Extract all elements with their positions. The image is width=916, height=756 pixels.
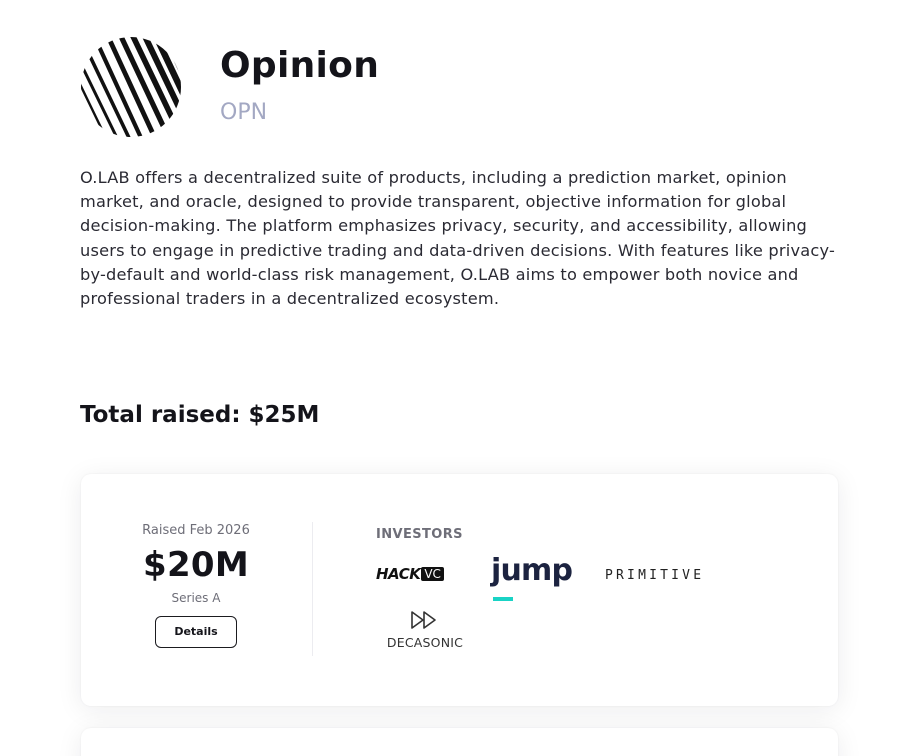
details-button[interactable]: Details — [155, 616, 237, 648]
funding-round-card: Raised Feb 2026 $20M Series A Details IN… — [81, 474, 838, 706]
investor-logo-jump[interactable]: jump — [491, 553, 593, 601]
total-raised-heading: Total raised: $25M — [80, 402, 320, 428]
jump-wordmark: jump — [491, 553, 573, 588]
hack-vc-wordmark: HACK — [376, 565, 421, 583]
investor-logo-decasonic[interactable]: DECASONIC — [381, 610, 469, 650]
fast-forward-icon — [411, 611, 436, 629]
round-divider — [312, 522, 313, 656]
project-description: O.LAB offers a decentralized suite of pr… — [80, 168, 835, 309]
project-ticker: OPN — [220, 100, 268, 125]
investors-label: INVESTORS — [376, 527, 463, 542]
opinion-logo-icon — [81, 37, 181, 137]
round-date: Raised Feb 2026 — [142, 523, 250, 538]
project-name: Opinion — [220, 45, 380, 86]
round-amount: $20M — [142, 545, 249, 585]
primitive-wordmark: PRIMITIVE — [605, 568, 705, 583]
jump-underscore-mark — [493, 597, 513, 601]
project-header: Opinion OPN — [80, 36, 840, 138]
investor-logo-hack-vc[interactable]: HACK VC — [376, 564, 476, 584]
title-block: Opinion OPN — [220, 44, 379, 128]
round-summary: Raised Feb 2026 $20M Series A Details — [81, 522, 311, 648]
investor-logo-primitive[interactable]: PRIMITIVE — [605, 564, 710, 584]
round-series: Series A — [171, 591, 221, 605]
decasonic-wordmark: DECASONIC — [386, 635, 464, 650]
hack-vc-badge: VC — [421, 567, 444, 581]
funding-round-card-next — [81, 728, 838, 756]
